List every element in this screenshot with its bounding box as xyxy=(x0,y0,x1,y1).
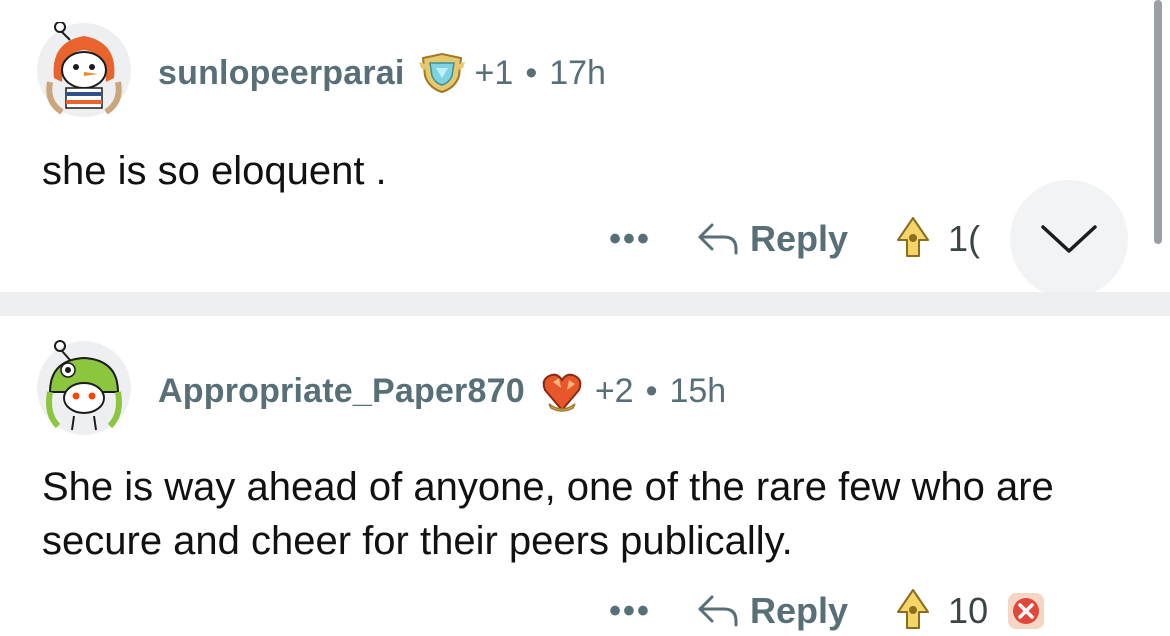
frog-avatar-icon xyxy=(37,340,131,435)
user-avatar[interactable] xyxy=(36,340,132,436)
award-count: +2 xyxy=(594,371,634,410)
reply-label: Reply xyxy=(750,590,849,631)
separator-dot: • xyxy=(645,371,658,410)
user-avatar[interactable] xyxy=(36,21,132,118)
reply-button[interactable]: Reply xyxy=(696,218,848,260)
chevron-down-icon xyxy=(1041,225,1097,253)
comment-meta: Appropriate_Paper870 +2 • 15h xyxy=(158,368,726,414)
reply-arrow-icon xyxy=(698,223,738,255)
award-count: +1 xyxy=(474,53,514,92)
more-options-button[interactable]: ••• xyxy=(600,586,660,636)
comment-text: she is so eloquent . xyxy=(42,149,387,193)
separator-dot: • xyxy=(525,53,538,92)
comment-text: She is way ahead of anyone, one of the r… xyxy=(42,465,1054,563)
vote-count: 1( xyxy=(948,218,981,259)
comment-divider xyxy=(0,292,1170,316)
comment: sunlopeerparai +1 • 17h she is so eloque… xyxy=(0,0,1150,292)
comment-timestamp: 15h xyxy=(669,371,727,410)
crystal-heart-award-icon[interactable] xyxy=(539,368,585,414)
comment-actions: ••• Reply 10 xyxy=(600,586,1046,636)
snowman-avatar-icon xyxy=(37,21,131,117)
reply-button[interactable]: Reply xyxy=(696,590,848,632)
comment-thread: sunlopeerparai +1 • 17h she is so eloque… xyxy=(0,0,1170,636)
reply-label: Reply xyxy=(750,218,849,259)
upvote-icon[interactable] xyxy=(896,216,930,262)
comment-actions: ••• Reply 1( xyxy=(600,214,980,264)
downvote-icon[interactable] xyxy=(1006,591,1046,631)
more-options-button[interactable]: ••• xyxy=(600,214,660,264)
username-link[interactable]: Appropriate_Paper870 xyxy=(158,372,525,411)
reply-arrow-icon xyxy=(698,595,738,627)
vote-count: 10 xyxy=(948,590,989,631)
gem-shield-award-icon[interactable] xyxy=(418,50,465,96)
username-link[interactable]: sunlopeerparai xyxy=(158,54,405,93)
scrollbar[interactable] xyxy=(1154,0,1162,244)
comment-timestamp: 17h xyxy=(549,53,606,92)
comment-meta: sunlopeerparai +1 • 17h xyxy=(158,50,606,96)
upvote-icon[interactable] xyxy=(896,588,930,634)
collapse-thread-button[interactable] xyxy=(1010,180,1128,298)
comment: Appropriate_Paper870 +2 • 15h She is way… xyxy=(0,316,1150,636)
